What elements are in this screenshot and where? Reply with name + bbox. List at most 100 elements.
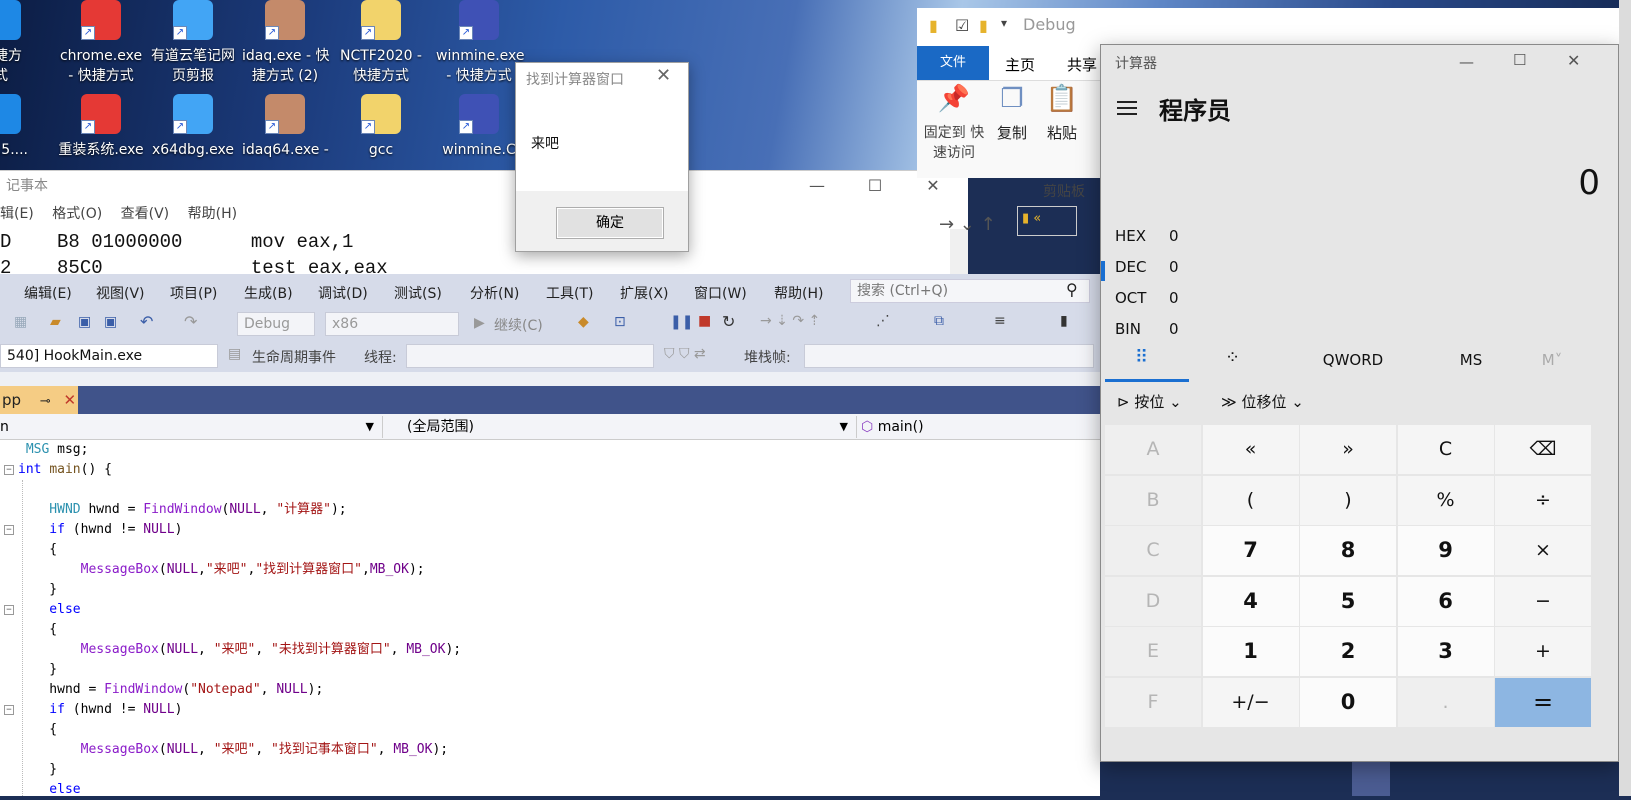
menu-item[interactable]: 格式(O)	[52, 206, 102, 222]
key-equals[interactable]: =	[1495, 677, 1591, 727]
thread-select[interactable]	[406, 344, 654, 368]
memory-store-button[interactable]: MS	[1455, 351, 1487, 369]
key-9[interactable]: 9	[1397, 526, 1494, 575]
project-nav-select[interactable]: n ▼	[0, 416, 378, 438]
maximize-icon[interactable]: ☐	[852, 171, 898, 201]
key-rotate-left[interactable]: «	[1202, 425, 1299, 474]
close-icon[interactable]: ✕	[1567, 51, 1580, 70]
lifecycle-events-button[interactable]: 生命周期事件	[252, 347, 336, 367]
desktop-icon[interactable]: ↗ chrome.exe - 快捷方式	[58, 0, 144, 86]
search-input[interactable]: 搜索 (Ctrl+Q)	[850, 279, 1090, 303]
process-select[interactable]: 540] HookMain.exe	[0, 344, 218, 368]
key-backspace[interactable]: ⌫	[1495, 425, 1591, 474]
step-icons[interactable]: → ⇣ ↷ ⇡	[760, 313, 820, 329]
fold-toggle-icon[interactable]: −	[4, 465, 14, 475]
key-hex-f[interactable]: F	[1105, 677, 1201, 727]
menu-item[interactable]: 编辑(E)	[24, 283, 72, 303]
menu-item[interactable]: 调试(D)	[318, 283, 368, 303]
breakpoints-icon[interactable]: ⋰	[876, 313, 890, 329]
fold-toggle-icon[interactable]: −	[4, 705, 14, 715]
desktop-icon[interactable]: ↗ idaq64.exe -	[242, 94, 329, 160]
maximize-icon[interactable]: ☐	[1513, 51, 1526, 69]
undo-icon[interactable]: ↶	[140, 312, 153, 331]
key-multiply[interactable]: ×	[1495, 526, 1591, 575]
forward-arrow-icon[interactable]: → ⌄ ↑	[939, 214, 996, 235]
key-hex-d[interactable]: D	[1105, 576, 1201, 626]
key-7[interactable]: 7	[1202, 526, 1299, 575]
key-hex-c[interactable]: C	[1105, 526, 1201, 575]
stop-icon[interactable]: ■	[698, 313, 711, 329]
indent-icon[interactable]: ≡	[994, 313, 1006, 329]
menu-item[interactable]: 查看(V)	[121, 206, 170, 222]
menu-item[interactable]: 窗口(W)	[694, 283, 747, 303]
play-icon[interactable]: ▶	[474, 315, 485, 331]
key-subtract[interactable]: −	[1495, 576, 1591, 626]
screen-icon[interactable]: ⊡	[614, 314, 626, 330]
save-icon[interactable]: ▣	[78, 314, 91, 330]
bitwise-dropdown[interactable]: ⊳ 按位 ⌄	[1117, 391, 1182, 412]
key-add[interactable]: +	[1495, 627, 1591, 676]
minimize-icon[interactable]: —	[794, 171, 840, 201]
key-3[interactable]: 3	[1397, 627, 1494, 676]
tab-home[interactable]: 主页	[1005, 54, 1035, 75]
key-0[interactable]: 0	[1300, 677, 1396, 727]
menu-item[interactable]: 扩展(X)	[620, 283, 669, 303]
bookmark-icon[interactable]: ▮	[1060, 313, 1068, 329]
key-2[interactable]: 2	[1300, 627, 1396, 676]
key-open-paren[interactable]: (	[1202, 475, 1299, 525]
menu-item[interactable]: 辑(E)	[0, 206, 34, 222]
stackframe-select[interactable]	[804, 344, 1094, 368]
base-bin[interactable]: BIN 0	[1115, 320, 1235, 338]
ok-button[interactable]: 确定	[556, 207, 664, 239]
keypad-full-icon[interactable]: ⠿	[1135, 347, 1148, 368]
scope-nav-select[interactable]: (全局范围) ▼	[382, 416, 852, 438]
desktop-icon[interactable]: ↗ NCTF2020 - 快捷方式	[338, 0, 424, 86]
key-hex-a[interactable]: A	[1105, 425, 1201, 474]
key-hex-b[interactable]: B	[1105, 475, 1201, 525]
minimize-icon[interactable]: —	[1459, 53, 1474, 71]
menu-item[interactable]: 分析(N)	[470, 283, 519, 303]
toolbar-misc-icon[interactable]: ⧉	[934, 313, 944, 329]
desktop-icon[interactable]: ↗ 快捷方 式	[0, 0, 44, 86]
tab-source-file[interactable]: pp ⊸ ✕	[0, 386, 78, 414]
new-project-icon[interactable]: ▦	[14, 314, 27, 330]
checkbox-icon[interactable]: ☑	[955, 16, 969, 35]
menu-item[interactable]: 视图(V)	[96, 283, 145, 303]
menu-item[interactable]: 生成(B)	[244, 283, 293, 303]
desktop-icon[interactable]: ↗ n-0.5....	[0, 94, 44, 160]
fold-toggle-icon[interactable]: −	[4, 525, 14, 535]
base-dec[interactable]: DEC 0	[1115, 258, 1235, 276]
search-icon[interactable]: ⚲	[1066, 280, 1078, 299]
redo-icon[interactable]: ↷	[184, 312, 197, 331]
key-6[interactable]: 6	[1397, 576, 1494, 626]
paste-button[interactable]: 📋 粘贴	[1037, 86, 1087, 143]
menu-item[interactable]: 工具(T)	[546, 283, 593, 303]
desktop-icon[interactable]: ↗ 重装系统.exe	[58, 94, 144, 160]
attach-icon[interactable]: ◆	[578, 314, 589, 330]
pin-button[interactable]: 📌 固定到 快速访问	[921, 86, 987, 163]
key-4[interactable]: 4	[1202, 576, 1299, 626]
base-hex[interactable]: HEX 0	[1115, 227, 1235, 245]
copy-button[interactable]: ❐ 复制	[987, 86, 1037, 143]
code-editor[interactable]: MSG msg; int main() { HWND hwnd = FindWin…	[0, 440, 1100, 797]
base-oct[interactable]: OCT 0	[1115, 289, 1235, 307]
close-icon[interactable]: ✕	[656, 65, 671, 86]
hamburger-menu-icon[interactable]	[1117, 101, 1137, 115]
key-hex-e[interactable]: E	[1105, 627, 1201, 676]
pause-icon[interactable]: ❚❚	[670, 314, 693, 330]
dropdown-icon[interactable]: ▾	[1001, 16, 1007, 30]
pin-icon[interactable]: ⊸	[40, 394, 51, 409]
menu-item[interactable]: 项目(P)	[170, 283, 217, 303]
platform-select[interactable]: x86	[325, 312, 459, 336]
key-close-paren[interactable]: )	[1300, 475, 1396, 525]
tab-file[interactable]: 文件	[917, 46, 989, 80]
key-1[interactable]: 1	[1202, 627, 1299, 676]
desktop-icon[interactable]: ↗ 有道云笔记网 页剪报	[150, 0, 236, 86]
key-divide[interactable]: ÷	[1495, 475, 1591, 525]
desktop-icon[interactable]: ↗ idaq.exe - 快 捷方式 (2)	[242, 0, 329, 86]
save-all-icon[interactable]: ▣	[104, 314, 117, 330]
bit-toggle-keypad-icon[interactable]: ⁘	[1225, 347, 1240, 368]
open-icon[interactable]: ▰	[50, 314, 61, 330]
menu-item[interactable]: 测试(S)	[394, 283, 442, 303]
restart-icon[interactable]: ↻	[722, 312, 735, 331]
